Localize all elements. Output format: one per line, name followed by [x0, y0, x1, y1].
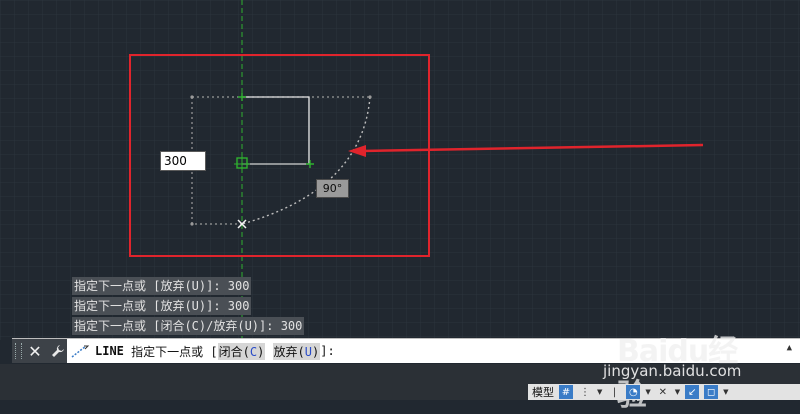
grip-handle[interactable]: [15, 343, 22, 359]
isodraft-icon[interactable]: ✕: [656, 385, 670, 399]
snap-mode-icon[interactable]: ⋮: [578, 385, 592, 399]
history-line: 指定下一点或 [放弃(U)]: 300: [72, 297, 252, 315]
close-icon[interactable]: ✕: [26, 341, 45, 361]
angle-tooltip: 90°: [316, 179, 349, 198]
chevron-down-icon[interactable]: ▼: [723, 388, 728, 396]
dimension-input-field[interactable]: 300: [160, 151, 206, 171]
tracking-point: [368, 95, 372, 99]
grid-toggle-icon[interactable]: #: [559, 385, 573, 399]
history-line: 指定下一点或 [闭合(C)/放弃(U)]: 300: [72, 317, 305, 335]
ortho-icon[interactable]: |: [607, 385, 621, 399]
object-snap-icon[interactable]: ◻: [704, 385, 719, 399]
chevron-down-icon[interactable]: ▼: [597, 388, 602, 396]
wrench-icon[interactable]: [48, 341, 67, 361]
model-tab[interactable]: 模型: [532, 384, 554, 400]
command-prompt-icon: [67, 341, 95, 361]
command-prompt-text: 指定下一点或 [: [123, 344, 218, 359]
command-name: LINE: [95, 344, 124, 358]
command-line-bar: ✕ LINE 指定下一点或 [ 闭合(C) 放弃(U) ]: ▲: [12, 338, 800, 363]
tracking-point: [190, 222, 194, 226]
history-line: 指定下一点或 [放弃(U)]: 300: [72, 277, 252, 295]
option-close[interactable]: 闭合(C): [217, 342, 266, 360]
command-prompt-suffix: ]:: [320, 344, 335, 358]
status-bar: 模型 # ⋮ ▼ | ◔ ▼ ✕ ▼ ↙ ◻ ▼: [528, 384, 800, 400]
option-undo[interactable]: 放弃(U): [272, 342, 321, 360]
chevron-down-icon[interactable]: ▼: [645, 388, 650, 396]
command-line-controls: ✕: [12, 339, 67, 363]
command-input[interactable]: LINE 指定下一点或 [ 闭合(C) 放弃(U) ]: ▲: [67, 339, 800, 363]
chevron-down-icon[interactable]: ▼: [675, 388, 680, 396]
polar-tracking-icon[interactable]: ◔: [626, 385, 641, 399]
command-history: 指定下一点或 [放弃(U)]: 300 指定下一点或 [放弃(U)]: 300 …: [72, 277, 305, 337]
object-snap-tracking-icon[interactable]: ↙: [685, 385, 700, 399]
history-expand-icon[interactable]: ▲: [787, 343, 792, 353]
tracking-point: [190, 95, 194, 99]
